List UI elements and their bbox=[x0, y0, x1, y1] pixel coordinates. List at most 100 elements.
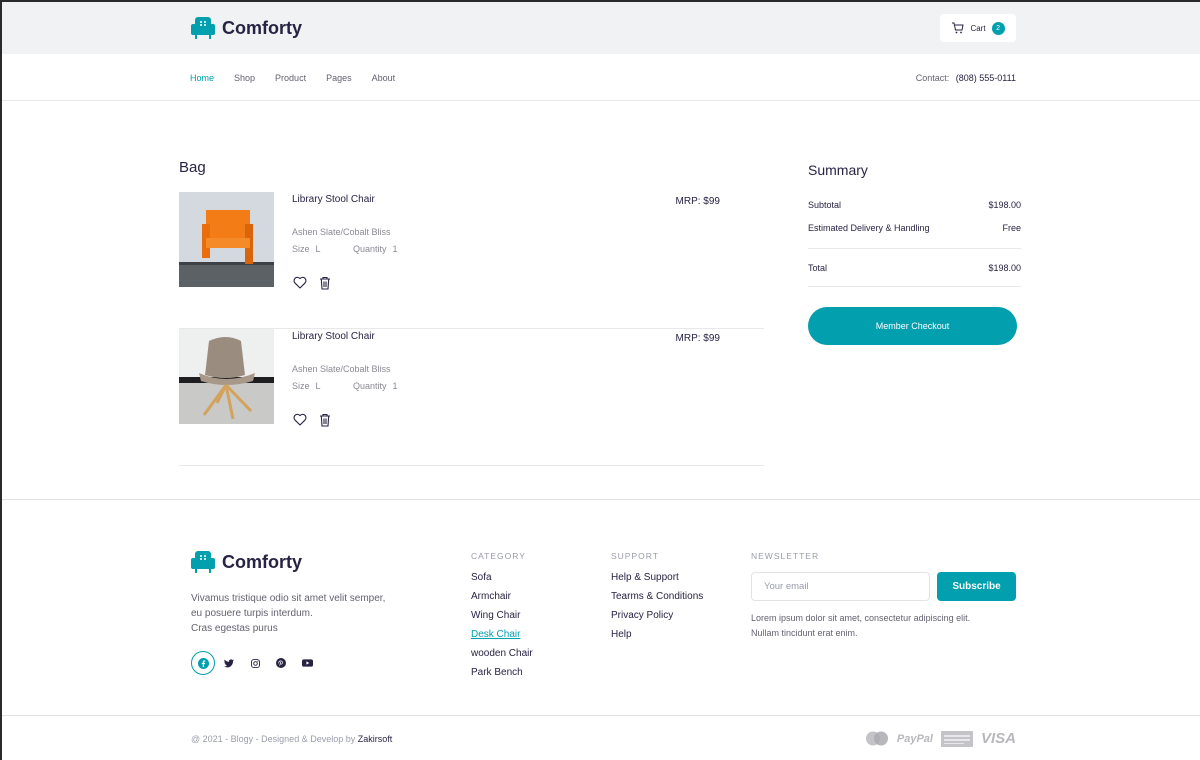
mastercard-icon bbox=[865, 731, 889, 746]
product-image[interactable] bbox=[179, 192, 274, 287]
bag-item: Library Stool Chair MRP: $99 Ashen Slate… bbox=[179, 329, 764, 466]
footer-description: Vivamus tristique odio sit amet velit se… bbox=[191, 591, 411, 636]
total-value: $198.00 bbox=[988, 263, 1021, 273]
category-link-desk-chair[interactable]: Desk Chair bbox=[471, 629, 533, 648]
quantity-label: Quantity bbox=[353, 244, 387, 254]
orange-chair-image bbox=[179, 192, 274, 287]
contact-phone[interactable]: (808) 555-0111 bbox=[956, 73, 1016, 83]
subscribe-button[interactable]: Subscribe bbox=[937, 572, 1016, 601]
support-link-privacy[interactable]: Privacy Policy bbox=[611, 610, 703, 629]
delivery-row: Estimated Delivery & Handling Free bbox=[808, 223, 1021, 249]
item-variant: Ashen Slate/Cobalt Bliss bbox=[292, 364, 391, 374]
lounge-chair-image bbox=[179, 329, 274, 424]
cart-button[interactable]: Cart 2 bbox=[940, 14, 1016, 42]
nav-product[interactable]: Product bbox=[275, 73, 306, 83]
summary-title: Summary bbox=[808, 162, 868, 178]
copyright: @ 2021 - Blogy - Designed & Develop by Z… bbox=[191, 734, 392, 744]
item-name[interactable]: Library Stool Chair bbox=[292, 194, 375, 205]
newsletter-text-line: Lorem ipsum dolor sit amet, consectetur … bbox=[751, 613, 971, 623]
nav-home[interactable]: Home bbox=[190, 73, 214, 83]
youtube-icon[interactable] bbox=[295, 651, 319, 675]
size-label: Size bbox=[292, 244, 310, 254]
footer-brand-logo[interactable]: Comforty bbox=[190, 550, 302, 574]
armchair-logo-icon bbox=[191, 551, 215, 573]
social-links bbox=[191, 651, 321, 675]
contact-info: Contact: (808) 555-0111 bbox=[916, 73, 1016, 83]
trash-icon[interactable] bbox=[317, 275, 332, 290]
nav-links: Home Shop Product Pages About bbox=[190, 73, 415, 83]
cart-icon bbox=[952, 22, 965, 34]
support-link-terms[interactable]: Tearms & Conditions bbox=[611, 591, 703, 610]
nav-about[interactable]: About bbox=[372, 73, 396, 83]
main-nav: Home Shop Product Pages About Contact: (… bbox=[2, 54, 1200, 101]
item-actions bbox=[292, 412, 332, 427]
item-size: Size L bbox=[292, 244, 321, 254]
visa-icon: VISA bbox=[980, 730, 1016, 747]
category-title: CATEGORY bbox=[471, 551, 526, 561]
description-line: Cras egestas purus bbox=[191, 623, 278, 634]
support-link-help-support[interactable]: Help & Support bbox=[611, 572, 703, 591]
subtotal-value: $198.00 bbox=[988, 200, 1021, 210]
category-link-armchair[interactable]: Armchair bbox=[471, 591, 533, 610]
trash-icon[interactable] bbox=[317, 412, 332, 427]
product-image[interactable] bbox=[179, 329, 274, 424]
support-links: Help & Support Tearms & Conditions Priva… bbox=[611, 572, 703, 648]
newsletter-text-line: Nullam tincidunt erat enim. bbox=[751, 628, 858, 638]
pinterest-icon[interactable] bbox=[269, 651, 293, 675]
copyright-company[interactable]: Zakirsoft bbox=[358, 734, 393, 744]
order-summary: Summary Subtotal $198.00 Estimated Deliv… bbox=[808, 162, 1021, 345]
size-value[interactable]: L bbox=[316, 381, 321, 391]
item-price: MRP: $99 bbox=[675, 333, 720, 344]
member-checkout-button[interactable]: Member Checkout bbox=[808, 307, 1017, 345]
support-link-help[interactable]: Help bbox=[611, 629, 703, 648]
item-price: MRP: $99 bbox=[675, 196, 720, 207]
twitter-icon[interactable] bbox=[217, 651, 241, 675]
footer-brand-name: Comforty bbox=[222, 551, 302, 572]
email-field[interactable] bbox=[751, 572, 930, 601]
description-line: Vivamus tristique odio sit amet velit se… bbox=[191, 593, 386, 604]
support-column: SUPPORT Help & Support Tearms & Conditio… bbox=[611, 551, 703, 648]
delivery-label: Estimated Delivery & Handling bbox=[808, 223, 930, 233]
support-title: SUPPORT bbox=[611, 551, 659, 561]
total-label: Total bbox=[808, 263, 828, 273]
subtotal-row: Subtotal $198.00 bbox=[808, 200, 1021, 210]
delivery-value: Free bbox=[1002, 223, 1021, 233]
newsletter-form: Subscribe bbox=[751, 572, 1017, 601]
newsletter-title: NEWSLETTER bbox=[751, 551, 820, 561]
brand-name: Comforty bbox=[222, 17, 302, 38]
category-link-sofa[interactable]: Sofa bbox=[471, 572, 533, 591]
contact-label: Contact: bbox=[915, 73, 950, 83]
instagram-icon[interactable] bbox=[243, 651, 267, 675]
facebook-icon[interactable] bbox=[191, 651, 215, 675]
bag-title: Bag bbox=[179, 159, 206, 176]
heart-icon[interactable] bbox=[292, 275, 307, 290]
category-link-wooden-chair[interactable]: wooden Chair bbox=[471, 648, 533, 667]
paypal-icon: PayPal bbox=[896, 732, 933, 745]
category-link-park-bench[interactable]: Park Bench bbox=[471, 667, 533, 686]
heart-icon[interactable] bbox=[292, 412, 307, 427]
copyright-text: @ 2021 - Blogy - Designed & Develop by bbox=[191, 734, 356, 744]
category-column: CATEGORY Sofa Armchair Wing Chair Desk C… bbox=[471, 551, 533, 686]
nav-shop[interactable]: Shop bbox=[234, 73, 255, 83]
bag-item: Library Stool Chair MRP: $99 Ashen Slate… bbox=[179, 192, 764, 329]
category-link-wing-chair[interactable]: Wing Chair bbox=[471, 610, 533, 629]
newsletter: NEWSLETTER Subscribe Lorem ipsum dolor s… bbox=[751, 551, 1017, 641]
size-value[interactable]: L bbox=[316, 244, 321, 254]
newsletter-text: Lorem ipsum dolor sit amet, consectetur … bbox=[751, 611, 1017, 641]
category-links: Sofa Armchair Wing Chair Desk Chair wood… bbox=[471, 572, 533, 686]
quantity-value[interactable]: 1 bbox=[393, 244, 398, 254]
top-bar: Comforty Cart 2 bbox=[2, 2, 1200, 54]
nav-pages[interactable]: Pages bbox=[326, 73, 352, 83]
item-actions bbox=[292, 275, 332, 290]
quantity-label: Quantity bbox=[353, 381, 387, 391]
cart-count-badge: 2 bbox=[991, 21, 1005, 35]
item-quantity: Quantity 1 bbox=[353, 381, 398, 391]
brand-logo[interactable]: Comforty bbox=[190, 16, 302, 40]
description-line: eu posuere turpis interdum. bbox=[191, 608, 313, 619]
item-size: Size L bbox=[292, 381, 321, 391]
item-name[interactable]: Library Stool Chair bbox=[292, 331, 375, 342]
quantity-value[interactable]: 1 bbox=[393, 381, 398, 391]
armchair-logo-icon bbox=[191, 17, 215, 39]
cart-label: Cart bbox=[970, 23, 986, 33]
item-quantity: Quantity 1 bbox=[353, 244, 398, 254]
